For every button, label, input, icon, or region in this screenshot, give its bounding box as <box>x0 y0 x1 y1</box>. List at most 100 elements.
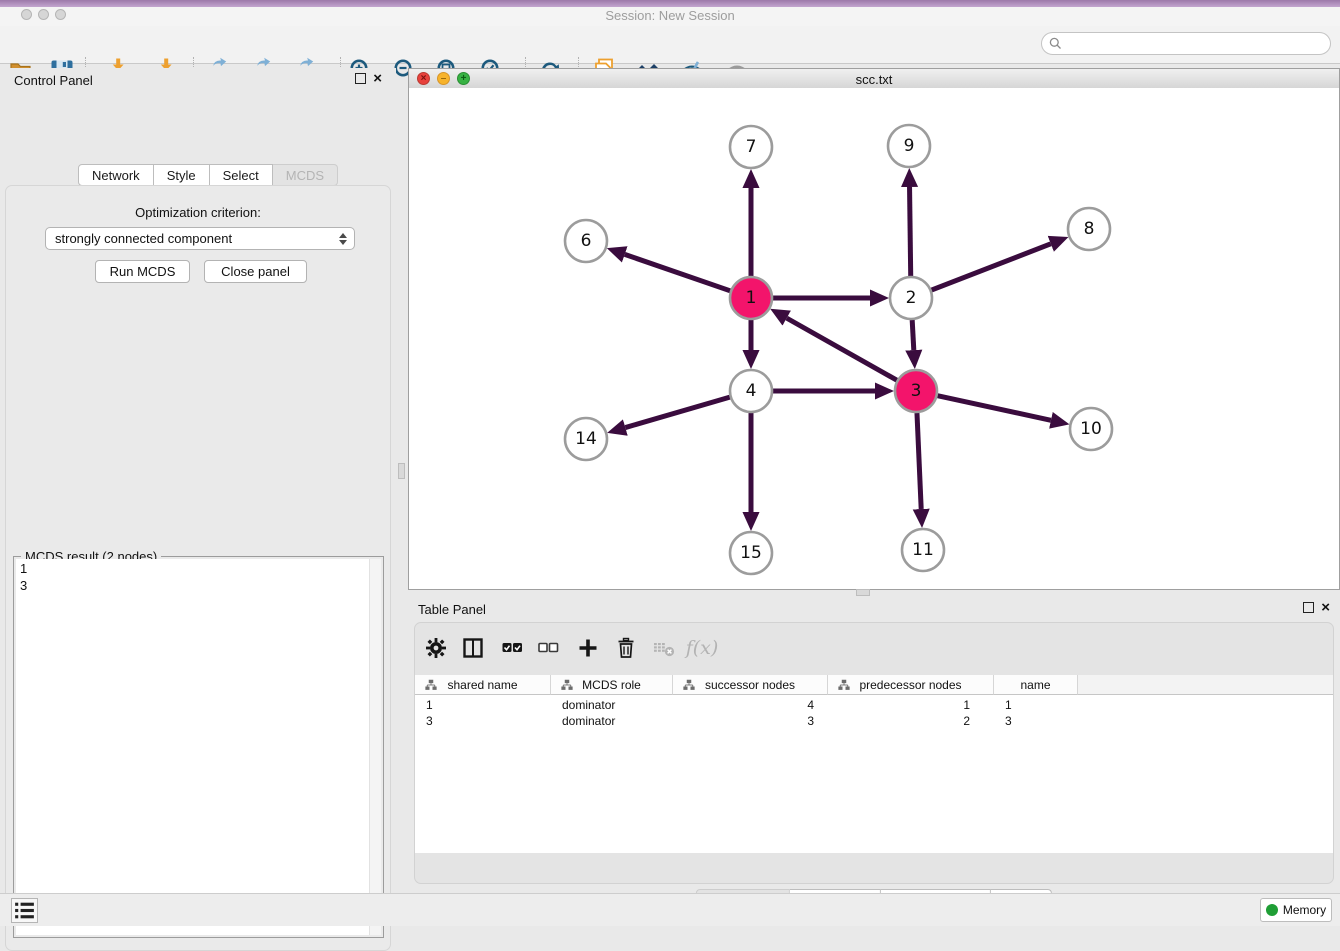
control-panel: Control Panel × NetworkStyleSelectMCDS O… <box>0 68 396 888</box>
graph-edge-2-3[interactable] <box>912 320 914 350</box>
table-cell[interactable]: 3 <box>994 713 1078 729</box>
graph-edge-3-11[interactable] <box>917 413 921 509</box>
close-panel-icon[interactable]: × <box>1321 603 1330 613</box>
table-cell[interactable]: 4 <box>673 697 828 713</box>
graph-node-14[interactable]: 14 <box>565 418 607 460</box>
memory-status-icon <box>1266 904 1278 916</box>
table-cell[interactable]: 1 <box>994 697 1078 713</box>
search-icon <box>1049 37 1062 50</box>
column-header-label: name <box>1020 678 1050 692</box>
graph-node-label: 9 <box>904 136 915 156</box>
table-panel-title: Table Panel <box>418 602 486 617</box>
float-panel-icon[interactable] <box>1303 602 1314 613</box>
column-header-label: predecessor nodes <box>859 678 961 692</box>
memory-button[interactable]: Memory <box>1260 898 1332 922</box>
show-columns-icon[interactable] <box>459 634 487 662</box>
table-cell[interactable]: 3 <box>415 713 551 729</box>
criterion-select[interactable]: strongly connected component <box>45 227 355 250</box>
table-row[interactable]: 3dominator323 <box>415 713 1333 729</box>
delete-table-icon <box>650 634 678 662</box>
mcds-result-text[interactable]: 1 3 <box>16 559 370 935</box>
network-window-titlebar[interactable]: × – + scc.txt <box>409 69 1339 89</box>
network-window-title: scc.txt <box>409 72 1339 87</box>
graph-node-label: 3 <box>911 381 922 401</box>
table-cell[interactable]: 1 <box>828 697 994 713</box>
close-panel-icon[interactable]: × <box>373 74 382 84</box>
select-spinner-icon <box>339 233 347 245</box>
create-column-icon[interactable] <box>574 634 602 662</box>
graph-node-15[interactable]: 15 <box>730 532 772 574</box>
column-header-predecessor-nodes[interactable]: predecessor nodes <box>828 675 994 695</box>
graph-node-label: 10 <box>1080 419 1102 439</box>
graph-node-2[interactable]: 2 <box>890 277 932 319</box>
column-header-shared-name[interactable]: shared name <box>415 675 551 695</box>
select-all-columns-icon[interactable] <box>498 634 526 662</box>
panel-splitter-handle[interactable] <box>398 463 405 479</box>
column-header-successor-nodes[interactable]: successor nodes <box>673 675 828 695</box>
table-cell[interactable]: dominator <box>551 713 673 729</box>
graph-node-label: 14 <box>575 429 597 449</box>
column-header-label: MCDS role <box>582 678 641 692</box>
network-view-window: × – + scc.txt 7 9 6 8 1 2 4 3 14 10 15 11 <box>408 68 1340 590</box>
graph-node-10[interactable]: 10 <box>1070 408 1112 450</box>
function-builder-icon: f(x) <box>688 634 716 662</box>
mcds-result-scrollbar[interactable] <box>369 559 381 935</box>
graph-node-label: 1 <box>746 288 757 308</box>
table-settings-icon[interactable] <box>422 634 450 662</box>
mcds-tab-content: Optimization criterion: strongly connect… <box>5 185 391 951</box>
table-row[interactable]: 1dominator411 <box>415 697 1333 713</box>
tab-style[interactable]: Style <box>154 164 210 186</box>
graph-node-label: 7 <box>746 137 757 157</box>
graph-node-6[interactable]: 6 <box>565 220 607 262</box>
unselect-all-columns-icon[interactable] <box>534 634 562 662</box>
table-cell[interactable]: dominator <box>551 697 673 713</box>
graph-node-3[interactable]: 3 <box>895 370 937 412</box>
table-panel: Table Panel × f(x) shared nameMCDS roles… <box>408 597 1340 886</box>
column-header-name[interactable]: name <box>994 675 1078 695</box>
graph-edge-4-14[interactable] <box>625 397 730 427</box>
tab-mcds[interactable]: MCDS <box>273 164 338 186</box>
table-cell[interactable]: 2 <box>828 713 994 729</box>
graph-node-11[interactable]: 11 <box>902 529 944 571</box>
control-panel-header-icons: × <box>355 73 382 84</box>
graph-edge-3-1[interactable] <box>787 318 897 380</box>
column-header-filler <box>1078 675 1333 695</box>
mcds-result-box: MCDS result (2 nodes) 1 3 <box>13 556 384 938</box>
graph-node-4[interactable]: 4 <box>730 370 772 412</box>
task-manager-button[interactable] <box>11 898 38 923</box>
network-graph: 7 9 6 8 1 2 4 3 14 10 15 11 <box>409 88 1339 589</box>
graph-node-label: 11 <box>912 540 934 560</box>
graph-node-label: 8 <box>1084 219 1095 239</box>
graph-node-8[interactable]: 8 <box>1068 208 1110 250</box>
delete-columns-icon[interactable] <box>612 634 640 662</box>
run-mcds-button[interactable]: Run MCDS <box>95 260 190 283</box>
view-splitter-handle[interactable] <box>856 589 870 596</box>
table-cell[interactable]: 1 <box>415 697 551 713</box>
window-top-accent <box>0 0 1340 7</box>
table-panel-header-icons: × <box>1303 602 1330 613</box>
table-cell[interactable]: 3 <box>673 713 828 729</box>
control-panel-title: Control Panel <box>14 73 93 88</box>
window-title: Session: New Session <box>0 8 1340 23</box>
column-header-MCDS-role[interactable]: MCDS role <box>551 675 673 695</box>
graph-node-label: 4 <box>746 381 757 401</box>
tab-network[interactable]: Network <box>78 164 154 186</box>
memory-label: Memory <box>1283 903 1326 917</box>
node-table[interactable]: shared name MCDS role successor nodes prede… <box>415 675 1333 853</box>
graph-node-7[interactable]: 7 <box>730 126 772 168</box>
graph-node-1[interactable]: 1 <box>730 277 772 319</box>
graph-edge-1-6[interactable] <box>625 254 730 290</box>
search-input[interactable] <box>1066 36 1330 52</box>
search-box[interactable] <box>1041 32 1331 55</box>
float-panel-icon[interactable] <box>355 73 366 84</box>
close-panel-button[interactable]: Close panel <box>204 260 307 283</box>
control-panel-tabs: NetworkStyleSelectMCDS <box>78 164 338 186</box>
graph-edge-3-10[interactable] <box>937 396 1050 421</box>
graph-node-9[interactable]: 9 <box>888 125 930 167</box>
tab-select[interactable]: Select <box>210 164 273 186</box>
network-canvas[interactable]: 7 9 6 8 1 2 4 3 14 10 15 11 <box>409 88 1339 589</box>
table-header-row: shared name MCDS role successor nodes prede… <box>415 675 1333 695</box>
task-list-icon <box>12 898 37 923</box>
graph-edge-2-8[interactable] <box>932 244 1051 290</box>
graph-edge-2-9[interactable] <box>910 187 911 276</box>
